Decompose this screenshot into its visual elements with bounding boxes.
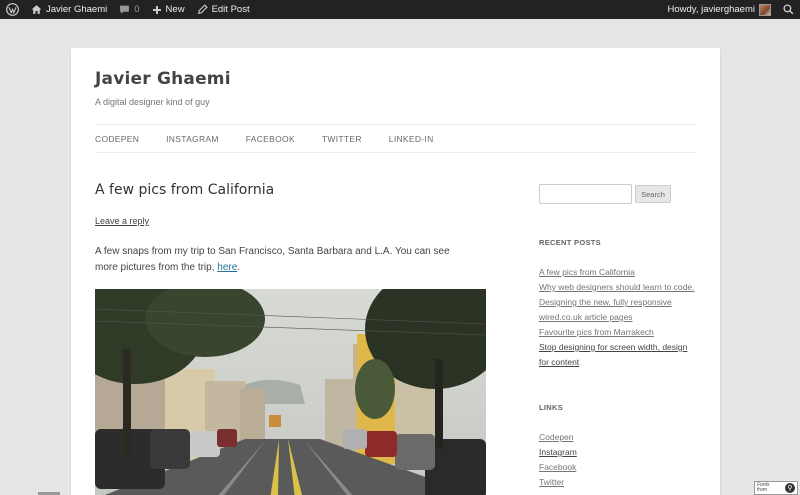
link-instagram[interactable]: Instagram [539,447,577,457]
home-icon [31,5,42,14]
admin-bar: Javier Ghaemi 0 New Edit Post Howdy, jav… [0,0,800,19]
main-navigation: CODEPEN INSTAGRAM FACEBOOK TWITTER LINKE… [95,124,696,153]
site-description: A digital designer kind of guy [95,97,210,107]
comments-count: 0 [134,4,140,15]
wordpress-menu[interactable] [0,0,25,19]
list-item: Stop designing for screen width, design … [539,340,699,370]
comments-menu[interactable]: 0 [113,0,145,19]
street-photo-image [95,289,486,495]
recent-post-link[interactable]: Designing the new, fully responsive wire… [539,297,672,322]
recent-post-link[interactable]: A few pics from California [539,267,635,277]
recent-post-link[interactable]: Why web designers should learn to code. [539,282,694,292]
recent-post-link[interactable]: Stop designing for screen width, design … [539,342,687,367]
recent-posts-title: RECENT POSTS [539,238,601,247]
link-twitter[interactable]: Twitter [539,477,564,487]
fonts-badge-line2: from [757,487,767,493]
recent-posts-list: A few pics from California Why web desig… [539,265,699,370]
fonts-badge-text: Fonts from [757,483,770,493]
post-paragraph: A few snaps from my trip to San Francisc… [95,244,475,276]
new-label: New [165,4,185,15]
link-codepen[interactable]: Codepen [539,432,574,442]
post-here-link[interactable]: here [217,262,237,273]
nav-item-codepen[interactable]: CODEPEN [95,134,139,144]
plus-icon [152,5,161,14]
list-item: Facebook [539,460,699,475]
admin-search[interactable] [777,0,800,19]
sidebar-search-button[interactable]: Search [635,185,671,203]
links-title: LINKS [539,403,563,412]
leave-reply-link[interactable]: Leave a reply [95,216,149,226]
howdy-greeting: Howdy, javierghaemi [667,4,755,15]
fonts-logo-icon: ⚲ [785,483,795,493]
link-facebook[interactable]: Facebook [539,462,576,472]
edit-post-menu[interactable]: Edit Post [191,0,256,19]
site-page: Javier Ghaemi A digital designer kind of… [71,48,720,495]
account-menu[interactable]: Howdy, javierghaemi [662,0,777,19]
nav-item-instagram[interactable]: INSTAGRAM [166,134,219,144]
post-title[interactable]: A few pics from California [95,182,274,198]
edit-post-label: Edit Post [211,4,250,15]
recent-post-link[interactable]: Favourite pics from Marrakech [539,327,654,337]
nav-item-twitter[interactable]: TWITTER [322,134,362,144]
list-item: A few pics from California [539,265,699,280]
list-item: Twitter [539,475,699,490]
list-item: Instagram [539,445,699,460]
avatar [759,3,771,16]
wordpress-icon [6,3,19,16]
site-name-menu[interactable]: Javier Ghaemi [25,0,113,19]
search-icon [783,4,794,15]
new-content-menu[interactable]: New [146,0,191,19]
list-item: Favourite pics from Marrakech [539,325,699,340]
site-title[interactable]: Javier Ghaemi [95,69,231,89]
edit-icon [197,4,208,15]
links-list: Codepen Instagram Facebook Twitter [539,430,699,490]
post-photo[interactable] [95,289,486,495]
list-item: Codepen [539,430,699,445]
list-item: Why web designers should learn to code. [539,280,699,295]
nav-item-linked-in[interactable]: LINKED-IN [389,134,434,144]
site-name: Javier Ghaemi [46,4,108,15]
sidebar-search-input[interactable] [539,184,632,204]
fonts-badge[interactable]: Fonts from ⚲ [754,481,798,495]
nav-item-facebook[interactable]: FACEBOOK [246,134,295,144]
post-text-after: . [237,262,241,273]
comment-icon [120,5,130,14]
post-text-before: A few snaps from my trip to San Francisc… [95,246,450,273]
list-item: Designing the new, fully responsive wire… [539,295,699,325]
